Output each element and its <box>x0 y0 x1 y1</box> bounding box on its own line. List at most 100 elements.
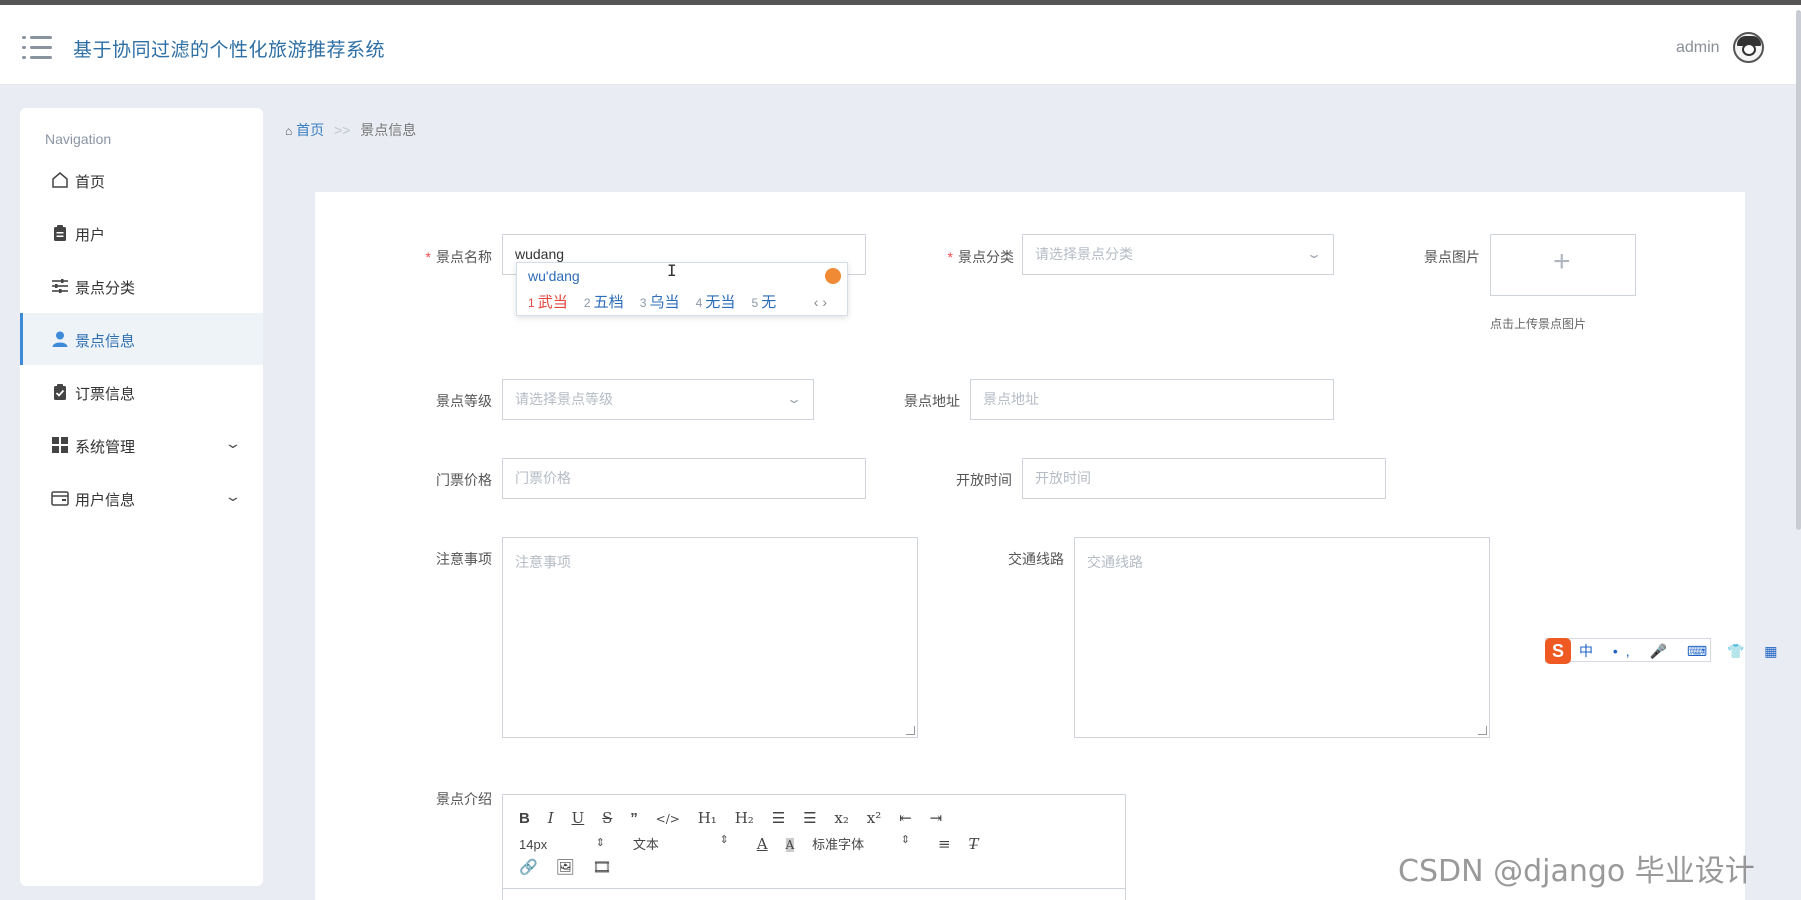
name-label: * 景点名称 <box>425 249 492 265</box>
sidebar: Navigation 首页 用户 景点分类 景点信息 订票信息 系统管理 ⌄ 用… <box>20 108 263 886</box>
nav-title: Navigation <box>45 131 112 147</box>
breadcrumb-current: 景点信息 <box>360 122 417 138</box>
quote-button[interactable]: ” <box>630 810 638 827</box>
ime-candidate[interactable]: 5无 <box>752 294 777 311</box>
editor-toolbar-row-2: 14px ⇕ 文本 ⇕ A A 标准字体 ⇕ ≡ T̶ <box>519 834 992 856</box>
sidebar-item-tickets[interactable]: 订票信息 <box>20 366 263 418</box>
home-icon <box>52 172 68 188</box>
sidebar-item-label: 景点信息 <box>75 333 136 350</box>
sidebar-item-user-info[interactable]: 用户信息 ⌄ <box>20 472 263 524</box>
sidebar-item-categories[interactable]: 景点分类 <box>20 260 263 312</box>
level-select[interactable]: 请选择景点等级 ⌄ <box>502 379 814 420</box>
h2-button[interactable]: H₂ <box>735 809 754 827</box>
price-input[interactable]: 门票价格 <box>502 458 866 499</box>
ime-candidate[interactable]: 4 无当 <box>696 294 736 311</box>
chevron-down-icon: ⌄ <box>785 392 803 406</box>
sidebar-item-attractions[interactable]: 景点信息 <box>20 313 263 365</box>
category-label: * 景点分类 <box>947 249 1014 265</box>
bold-button[interactable]: B <box>519 810 530 827</box>
link-icon[interactable]: 🔗 <box>519 858 538 876</box>
address-input[interactable]: 景点地址 <box>970 379 1334 420</box>
app-title: 基于协同过滤的个性化旅游推荐系统 <box>73 39 386 61</box>
font-family-select[interactable]: 标准字体 ⇕ <box>812 834 910 853</box>
ime-pinyin: wu'dang <box>528 268 580 284</box>
username[interactable]: admin <box>1676 39 1720 57</box>
editor-divider <box>503 888 1125 889</box>
indent-icon[interactable]: ⇥ <box>930 809 943 827</box>
watermark: CSDN @django 毕业设计 <box>1398 854 1755 889</box>
image-icon[interactable]: 🖼 <box>556 858 575 876</box>
superscript-button[interactable]: x² <box>867 809 881 827</box>
subscript-button[interactable]: x₂ <box>834 809 848 827</box>
clipboard-check-icon <box>54 384 66 400</box>
resize-handle[interactable] <box>906 726 915 735</box>
highlight-icon[interactable]: A <box>785 838 795 852</box>
price-label: 门票价格 <box>436 472 492 488</box>
sidebar-item-label: 订票信息 <box>75 386 136 403</box>
ime-toolbar-items[interactable]: 中 •, 🎤 ⌨ 👕 ▦ <box>1579 641 1786 661</box>
level-label: 景点等级 <box>436 393 492 409</box>
ime-toolbar[interactable]: S 中 •, 🎤 ⌨ 👕 ▦ <box>1545 638 1778 664</box>
text-color-icon[interactable]: A <box>757 835 768 853</box>
intro-label: 景点介绍 <box>436 791 492 807</box>
sogou-logo-icon: S <box>1545 638 1571 664</box>
ime-candidate-window: wu'dang 1 武当 2 五档 3 乌当 4 无当 5无 ‹ › <box>516 262 848 316</box>
chevron-down-icon: ⌄ <box>224 488 242 504</box>
grid-icon <box>52 437 68 453</box>
code-button[interactable]: </> <box>656 812 680 826</box>
header: 基于协同过滤的个性化旅游推荐系统 admin <box>0 5 1801 85</box>
avatar[interactable] <box>1733 32 1764 63</box>
breadcrumb-separator: >> <box>334 122 351 138</box>
clear-format-icon[interactable]: T̶ <box>968 835 978 853</box>
align-icon[interactable]: ≡ <box>938 835 951 853</box>
home-icon: ⌂ <box>285 124 293 138</box>
italic-button[interactable]: I <box>548 809 554 827</box>
chevron-down-icon: ⌄ <box>1305 247 1323 261</box>
rich-text-editor[interactable]: B I U S ” </> H₁ H₂ ☰ ☰ x₂ x² ⇤ ⇥ 14px ⇕ … <box>502 794 1126 900</box>
sidebar-item-label: 景点分类 <box>75 280 136 297</box>
bullet-list-icon[interactable]: ☰ <box>803 809 816 827</box>
clipboard-icon <box>54 225 66 241</box>
ime-candidate[interactable]: 1 武当 <box>528 294 568 311</box>
image-label: 景点图片 <box>1424 249 1480 265</box>
sidebar-item-label: 用户 <box>75 227 106 244</box>
video-icon[interactable]: 🎞 <box>593 858 612 876</box>
breadcrumb: ⌂ 首页 >> 景点信息 <box>285 120 416 140</box>
ordered-list-icon[interactable]: ☰ <box>772 809 785 827</box>
transport-textarea[interactable]: 交通线路 <box>1074 537 1490 738</box>
card-icon <box>51 491 69 506</box>
open-time-label: 开放时间 <box>956 472 1012 488</box>
menu-toggle-icon[interactable] <box>22 36 52 60</box>
outdent-icon[interactable]: ⇤ <box>899 809 912 827</box>
page-scrollbar[interactable] <box>1796 10 1801 530</box>
image-upload[interactable]: + <box>1490 234 1636 296</box>
strike-button[interactable]: S <box>602 809 612 827</box>
open-time-input[interactable]: 开放时间 <box>1022 458 1386 499</box>
editor-toolbar-row-1: B I U S ” </> H₁ H₂ ☰ ☰ x₂ x² ⇤ ⇥ <box>519 809 956 831</box>
ime-candidate[interactable]: 2 五档 <box>584 294 624 311</box>
sidebar-item-label: 系统管理 <box>75 439 136 456</box>
plus-icon: + <box>1553 245 1571 278</box>
address-label: 景点地址 <box>904 393 960 409</box>
notes-label: 注意事项 <box>436 551 492 567</box>
editor-toolbar-row-3: 🔗 🖼 🎞 <box>519 858 626 880</box>
notes-textarea[interactable]: 注意事项 <box>502 537 918 738</box>
sidebar-item-label: 用户信息 <box>75 492 136 509</box>
sidebar-item-system[interactable]: 系统管理 ⌄ <box>20 419 263 471</box>
category-select[interactable]: 请选择景点分类 ⌄ <box>1022 234 1334 275</box>
font-size-select[interactable]: 14px ⇕ <box>519 837 605 852</box>
image-upload-hint: 点击上传景点图片 <box>1490 317 1587 331</box>
ime-page-nav[interactable]: ‹ › <box>814 294 827 310</box>
ime-candidates: 1 武当 2 五档 3 乌当 4 无当 5无 <box>528 291 788 312</box>
sidebar-item-home[interactable]: 首页 <box>20 154 263 206</box>
sidebar-item-users[interactable]: 用户 <box>20 207 263 259</box>
transport-label: 交通线路 <box>1008 551 1064 567</box>
h1-button[interactable]: H₁ <box>698 809 717 827</box>
resize-handle[interactable] <box>1478 726 1487 735</box>
underline-button[interactable]: U <box>572 809 585 827</box>
ime-candidate[interactable]: 3 乌当 <box>640 294 680 311</box>
breadcrumb-home-link[interactable]: 首页 <box>296 122 324 138</box>
sidebar-item-label: 首页 <box>75 174 106 191</box>
format-select[interactable]: 文本 ⇕ <box>633 834 729 853</box>
ime-logo-icon <box>825 268 841 284</box>
